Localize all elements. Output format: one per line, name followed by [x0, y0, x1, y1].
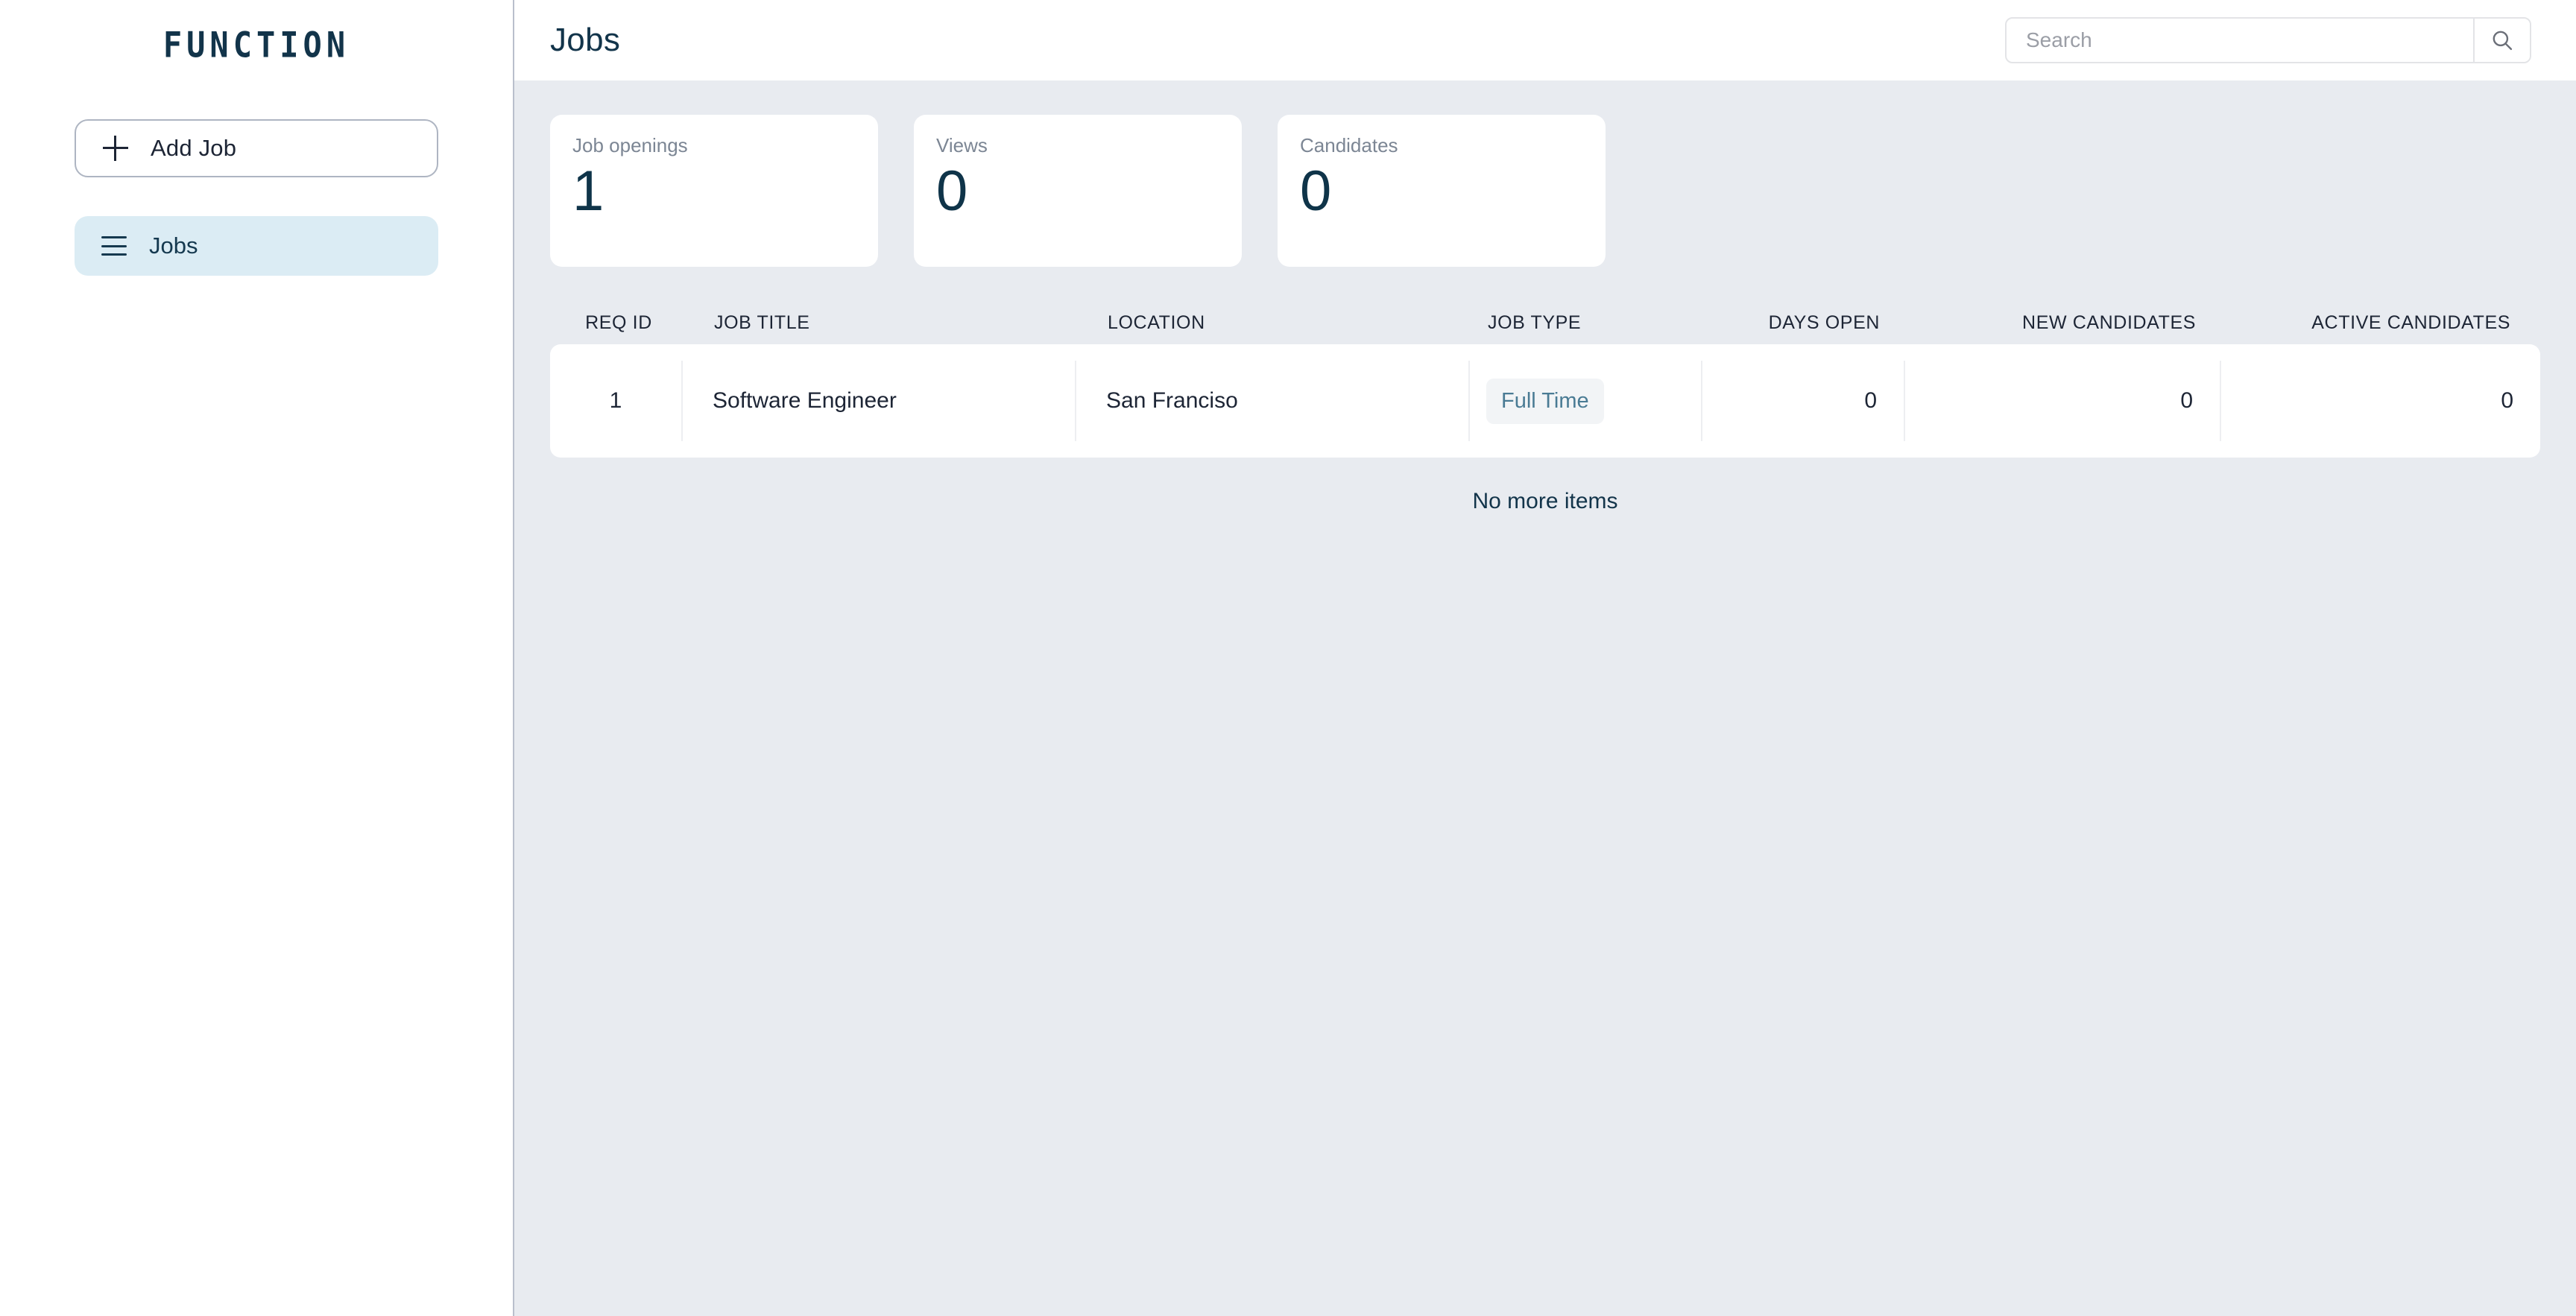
- table-header-row: REQ ID JOB TITLE LOCATION JOB TYPE DAYS …: [550, 301, 2540, 344]
- topbar: Jobs: [514, 0, 2576, 80]
- stat-card-views: Views 0: [914, 115, 1242, 267]
- add-job-label: Add Job: [151, 135, 236, 162]
- table-footer-text: No more items: [550, 489, 2540, 514]
- column-header-new-candidates: NEW CANDIDATES: [1907, 312, 2223, 334]
- cell-new-candidates: 0: [1904, 361, 2220, 441]
- cell-job-type: Full Time: [1468, 361, 1701, 441]
- plus-icon: [103, 136, 128, 161]
- cell-active-candidates: 0: [2220, 361, 2540, 441]
- sidebar-item-jobs[interactable]: Jobs: [75, 216, 438, 276]
- page-title: Jobs: [550, 22, 620, 59]
- cell-days-open: 0: [1701, 361, 1904, 441]
- search-icon: [2490, 28, 2515, 53]
- search-bar: [2005, 17, 2531, 63]
- stat-value: 0: [936, 160, 1219, 223]
- sidebar: FUNCTION Add Job Jobs: [0, 0, 514, 1316]
- column-header-active-candidates: ACTIVE CANDIDATES: [2223, 312, 2537, 334]
- search-input[interactable]: [2007, 19, 2473, 62]
- stat-value: 0: [1300, 160, 1583, 223]
- cell-req-id: 1: [550, 361, 681, 441]
- app-root: FUNCTION Add Job Jobs Jobs: [0, 0, 2576, 1316]
- table-row[interactable]: 1 Software Engineer San Franciso Full Ti…: [550, 344, 2540, 458]
- column-header-location: LOCATION: [1078, 312, 1471, 334]
- jobs-table: REQ ID JOB TITLE LOCATION JOB TYPE DAYS …: [550, 301, 2540, 514]
- stat-cards: Job openings 1 Views 0 Candidates 0: [550, 115, 2540, 267]
- cell-job-title: Software Engineer: [681, 361, 1075, 441]
- search-button[interactable]: [2473, 19, 2530, 62]
- column-header-job-title: JOB TITLE: [684, 312, 1078, 334]
- sidebar-item-label: Jobs: [149, 232, 198, 259]
- stat-label: Candidates: [1300, 134, 1583, 157]
- brand-logo: FUNCTION: [0, 0, 513, 89]
- stat-card-candidates: Candidates 0: [1278, 115, 1606, 267]
- stat-value: 1: [572, 160, 856, 223]
- column-header-job-type: JOB TYPE: [1471, 312, 1704, 334]
- stat-label: Views: [936, 134, 1219, 157]
- cell-location: San Franciso: [1075, 361, 1468, 441]
- hamburger-icon: [101, 236, 127, 256]
- content-area: Job openings 1 Views 0 Candidates 0 REQ …: [514, 80, 2576, 1316]
- column-header-days-open: DAYS OPEN: [1704, 312, 1907, 334]
- add-job-button[interactable]: Add Job: [75, 119, 438, 177]
- column-header-req-id: REQ ID: [553, 312, 684, 334]
- stat-label: Job openings: [572, 134, 856, 157]
- brand-logo-text: FUNCTION: [163, 25, 350, 66]
- main-area: Jobs Job openings 1 Views: [514, 0, 2576, 1316]
- job-type-badge: Full Time: [1486, 379, 1604, 424]
- stat-card-job-openings: Job openings 1: [550, 115, 878, 267]
